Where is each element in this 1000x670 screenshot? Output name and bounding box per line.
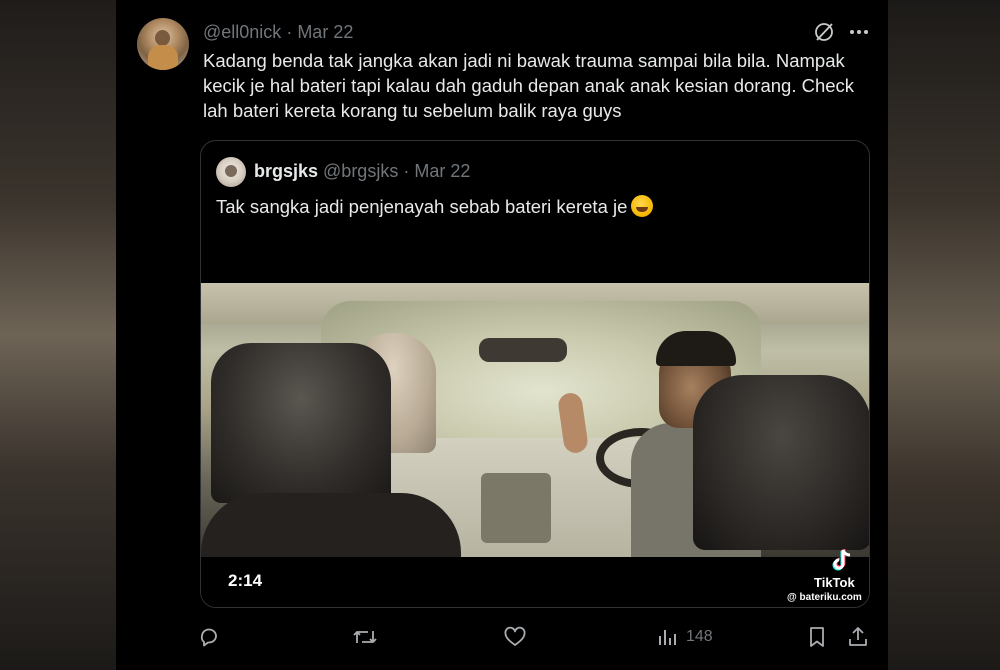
reply-button[interactable] <box>198 622 222 652</box>
tiktok-handle: @ bateriku.com <box>787 592 862 603</box>
driver-cap <box>656 331 736 366</box>
background-left <box>0 0 116 670</box>
views-count: 148 <box>686 628 713 645</box>
tweet-text: Kadang benda tak jangka akan jadi ni baw… <box>203 50 855 121</box>
quoted-handle[interactable]: @brgsjks <box>323 161 398 181</box>
quoted-tweet-card[interactable]: brgsjks @brgsjks · Mar 22 Tak sangka jadi p… <box>200 140 870 608</box>
quoted-text: Tak sangka jadi penjenayah sebab bateri … <box>216 196 628 217</box>
heart-icon <box>503 625 527 649</box>
rearview-mirror <box>479 338 567 362</box>
share-button[interactable] <box>846 622 870 652</box>
like-button[interactable] <box>503 622 527 652</box>
quoted-avatar-head <box>225 165 237 177</box>
retweet-icon <box>352 625 378 649</box>
left-seat <box>201 493 461 557</box>
views-button[interactable]: 148 <box>656 622 713 652</box>
quoted-avatar[interactable] <box>216 157 246 187</box>
share-icon <box>846 625 870 649</box>
tweet-actions: 148 <box>198 622 872 652</box>
quoted-date[interactable]: Mar 22 <box>414 161 470 181</box>
video-duration: 2:14 <box>228 571 263 590</box>
avatar-body <box>148 45 178 70</box>
tweet-header: @ell0nick · Mar 22 <box>203 22 353 44</box>
video-player[interactable]: 2:14 TikTok @ bateriku.com <box>201 237 869 607</box>
author-handle[interactable]: @ell0nick <box>203 22 281 42</box>
quoted-text-line: Tak sangka jadi penjenayah sebab bateri … <box>216 195 654 218</box>
retweet-button[interactable] <box>352 622 378 652</box>
views-icon <box>656 626 678 648</box>
reply-icon <box>198 625 222 649</box>
quoted-separator: · <box>403 161 410 181</box>
avatar-head <box>155 30 170 46</box>
quoted-header: brgsjks @brgsjks · Mar 22 <box>254 161 470 182</box>
grok-icon[interactable] <box>813 21 835 43</box>
right-headrest <box>693 375 869 550</box>
more-icon[interactable] <box>848 22 870 42</box>
tiktok-brand: TikTok <box>814 575 855 590</box>
rolling-on-floor-laughing-emoji <box>631 195 654 217</box>
tweet-date[interactable]: Mar 22 <box>297 22 353 42</box>
video-frame <box>201 283 869 557</box>
header-separator: · <box>286 22 293 42</box>
tiktok-icon <box>829 547 855 573</box>
left-headrest <box>211 343 391 503</box>
background-right <box>888 0 1000 670</box>
bookmark-icon <box>806 625 828 649</box>
author-avatar[interactable] <box>137 18 189 70</box>
quoted-name[interactable]: brgsjks <box>254 161 318 181</box>
center-console <box>481 473 551 543</box>
bookmark-button[interactable] <box>806 622 828 652</box>
